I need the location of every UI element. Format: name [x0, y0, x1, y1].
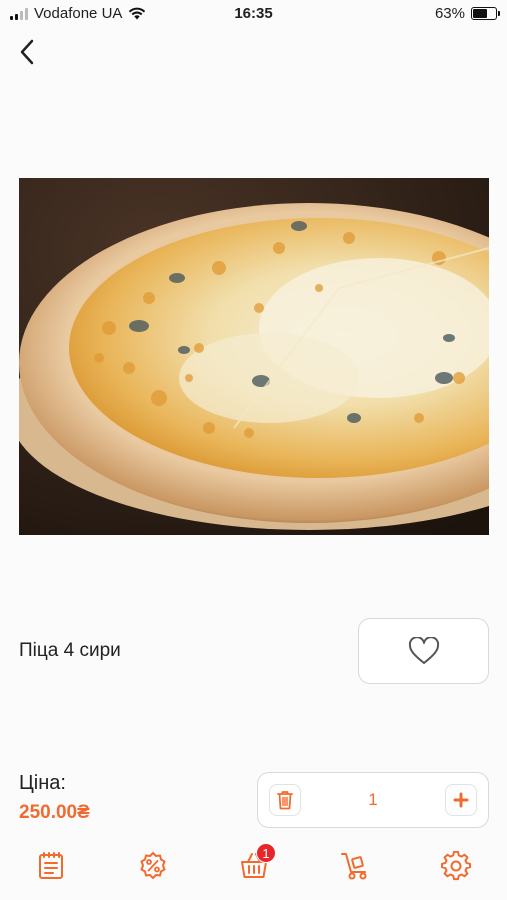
tab-discounts[interactable]	[133, 846, 173, 886]
product-name: Піца 4 сири	[19, 640, 121, 661]
battery-fill	[473, 9, 487, 18]
settings-gear-icon	[441, 851, 471, 881]
price-label: Ціна:	[19, 772, 66, 794]
tab-menu[interactable]	[31, 846, 71, 886]
quantity-stepper: 1	[257, 772, 489, 828]
add-button[interactable]	[445, 784, 477, 816]
product-image	[19, 178, 489, 535]
delivery-cart-icon	[341, 853, 367, 880]
menu-list-icon	[39, 852, 63, 879]
chevron-left-icon	[20, 39, 34, 65]
pizza-photo	[19, 178, 489, 535]
tab-bar: 1	[0, 838, 507, 894]
cart-badge: 1	[256, 843, 276, 863]
back-button[interactable]	[12, 36, 42, 68]
battery-percent: 63%	[434, 5, 465, 22]
discount-percent-icon	[140, 852, 166, 879]
status-time: 16:35	[234, 5, 273, 22]
heart-icon	[408, 637, 439, 664]
tab-delivery[interactable]	[335, 846, 375, 886]
tab-settings[interactable]	[436, 846, 476, 886]
favorite-button[interactable]	[358, 618, 489, 684]
battery-group: 63%	[434, 5, 500, 22]
plus-icon	[453, 792, 469, 808]
status-bar: Vodafone UA 16:35 63%	[0, 0, 507, 28]
battery-icon	[471, 7, 500, 20]
tab-cart[interactable]: 1	[234, 843, 276, 886]
price-value: 250.00₴	[19, 802, 90, 823]
